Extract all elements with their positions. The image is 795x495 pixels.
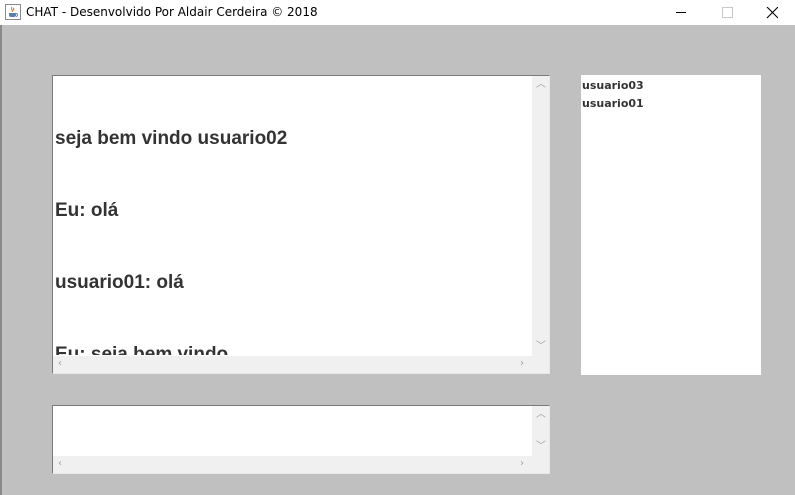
minimize-icon: [676, 12, 686, 13]
users-list[interactable]: usuario03 usuario01: [581, 75, 761, 375]
chat-history-pane[interactable]: seja bem vindo usuario02 Eu: olá usuario…: [52, 75, 550, 374]
chat-message: Eu: olá: [55, 200, 119, 221]
scrollbar-corner: [532, 456, 549, 473]
window-title: CHAT - Desenvolvido Por Aldair Cerdeira …: [26, 5, 318, 19]
close-icon: [766, 7, 778, 19]
scrollbar-corner: [532, 356, 549, 373]
list-item[interactable]: usuario01: [582, 95, 761, 113]
maximize-button[interactable]: [704, 0, 750, 25]
scroll-down-icon[interactable]: ﹀: [536, 442, 546, 452]
chat-message: usuario01: olá: [55, 272, 184, 293]
scroll-left-icon[interactable]: ‹: [58, 459, 62, 469]
scroll-left-icon[interactable]: ‹: [58, 359, 62, 369]
message-input-pane[interactable]: ︿ ﹀ ‹ ›: [52, 405, 550, 474]
list-item[interactable]: usuario03: [582, 77, 761, 95]
message-input[interactable]: [53, 406, 532, 457]
scroll-right-icon[interactable]: ›: [520, 359, 524, 369]
chat-history-text[interactable]: seja bem vindo usuario02 Eu: olá usuario…: [55, 79, 530, 355]
chat-horizontal-scrollbar[interactable]: ‹ ›: [53, 356, 533, 373]
title-bar[interactable]: CHAT - Desenvolvido Por Aldair Cerdeira …: [0, 0, 795, 25]
close-button[interactable]: [749, 0, 795, 25]
maximize-icon: [722, 7, 733, 18]
input-vertical-scrollbar[interactable]: ︿ ﹀: [532, 406, 549, 457]
scroll-up-icon[interactable]: ︿: [536, 80, 546, 90]
window-left-edge: [0, 25, 2, 495]
minimize-button[interactable]: [658, 0, 704, 25]
chat-window: CHAT - Desenvolvido Por Aldair Cerdeira …: [0, 0, 795, 495]
scroll-up-icon[interactable]: ︿: [536, 410, 546, 420]
chat-message: Eu: seja bem vindo: [55, 344, 229, 355]
chat-vertical-scrollbar[interactable]: ︿ ﹀: [532, 76, 549, 356]
scroll-right-icon[interactable]: ›: [520, 459, 524, 469]
java-cup-icon: [5, 4, 21, 20]
chat-message: seja bem vindo usuario02: [55, 128, 288, 149]
input-horizontal-scrollbar[interactable]: ‹ ›: [53, 456, 533, 473]
scroll-down-icon[interactable]: ﹀: [536, 342, 546, 352]
